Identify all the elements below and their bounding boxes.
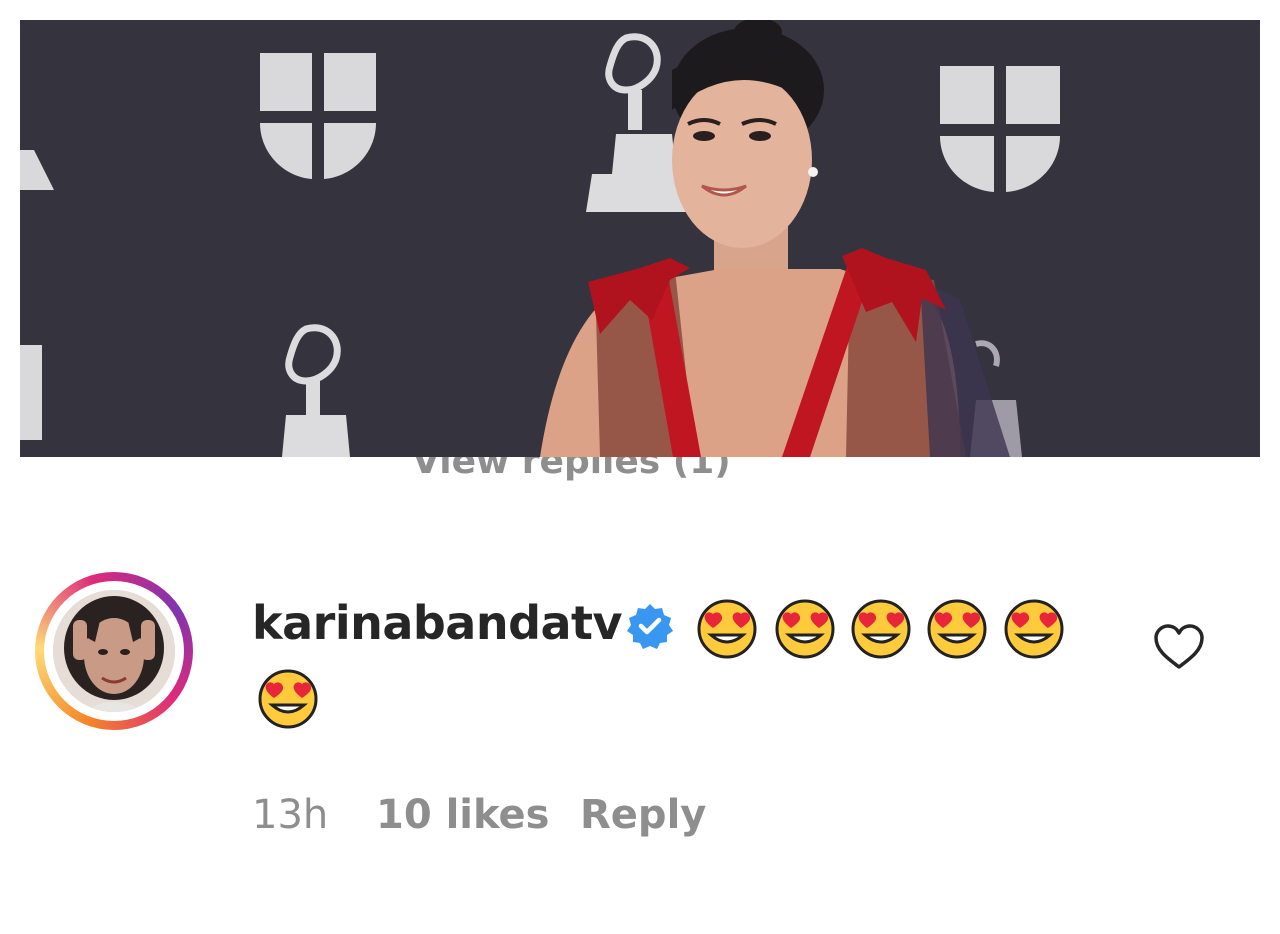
heart-eyes-emoji-icon (258, 669, 318, 729)
comment-username[interactable]: karinabandatv (252, 596, 623, 650)
like-heart-icon[interactable] (1153, 622, 1205, 672)
comment-timestamp: 13h (252, 792, 329, 838)
heart-eyes-emoji-icon (697, 599, 757, 659)
verified-badge-icon (627, 604, 673, 649)
view-replies-link-clip: View replies (1) (380, 457, 780, 493)
heart-eyes-emoji-icon (927, 599, 987, 659)
story-ring[interactable] (35, 572, 193, 730)
heart-eyes-emoji-icon (775, 599, 835, 659)
heart-eyes-emoji-icon (851, 599, 911, 659)
univision-logo (20, 345, 42, 440)
view-replies-link[interactable]: View replies (1) (412, 457, 731, 482)
reply-button[interactable]: Reply (580, 792, 706, 838)
comment-like-count[interactable]: 10 likes (376, 792, 549, 838)
post-photo (20, 20, 1260, 457)
avatar (53, 590, 175, 712)
heart-eyes-emoji-icon (1004, 599, 1064, 659)
